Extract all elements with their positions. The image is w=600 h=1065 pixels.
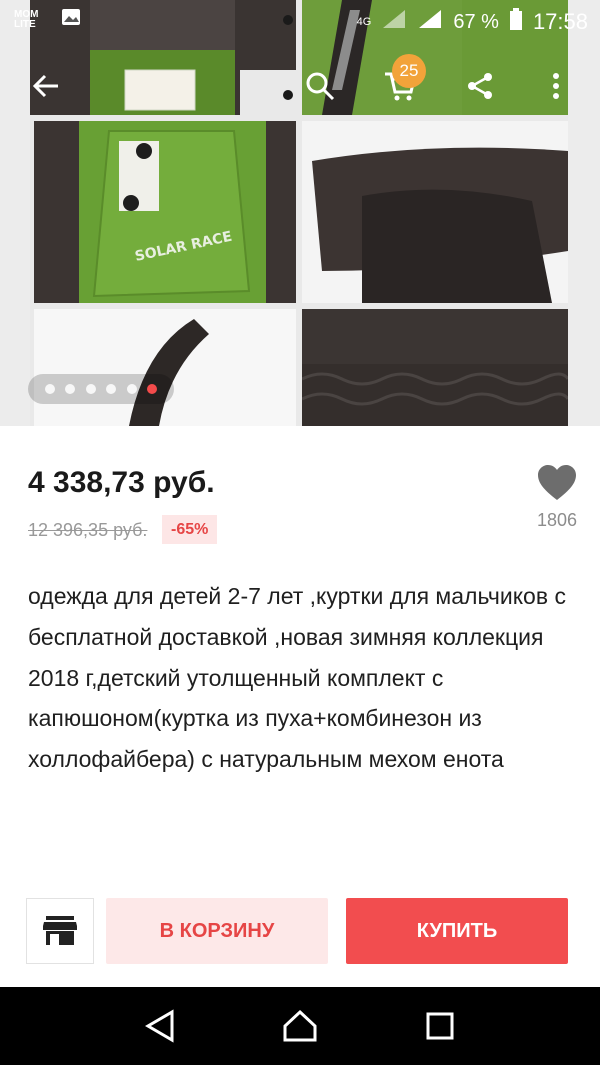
store-icon (43, 916, 77, 945)
recents-square-icon (426, 1012, 454, 1040)
discount-badge: -65% (162, 515, 218, 544)
wishlist-count: 1806 (536, 510, 578, 530)
back-triangle-icon (145, 1009, 174, 1043)
more-button[interactable] (536, 62, 576, 110)
old-price: 12 396,35 руб. (28, 520, 148, 540)
store-button[interactable] (26, 898, 94, 964)
product-screen: SOLAR RACE MOM LITE 4G 67 % 17:58 25 4 3… (0, 0, 600, 1065)
add-to-cart-button[interactable]: В КОРЗИНУ (106, 898, 328, 964)
pager-dot[interactable] (106, 384, 117, 394)
heart-icon (538, 465, 576, 500)
clock: 17:58 (532, 9, 588, 34)
system-nav-bar (0, 987, 600, 1065)
home-icon (283, 1009, 317, 1042)
cart-count-badge: 25 (392, 54, 426, 88)
pager-dot[interactable] (65, 384, 76, 394)
signal-icon (381, 8, 407, 36)
pager-dot[interactable] (44, 384, 55, 394)
image-notification-icon (60, 6, 82, 34)
product-image-gallery[interactable]: SOLAR RACE MOM LITE 4G 67 % 17:58 25 (0, 0, 600, 426)
pager-dot-active[interactable] (147, 384, 158, 394)
pager-dot[interactable] (85, 384, 96, 394)
product-title: одежда для детей 2-7 лет ,куртки для мал… (28, 583, 566, 773)
search-button[interactable] (296, 62, 344, 110)
pager-dot[interactable] (126, 384, 137, 394)
status-bar: MOM LITE 4G 67 % 17:58 (0, 0, 600, 40)
gallery-image-cuff[interactable] (302, 121, 568, 303)
share-icon (468, 73, 492, 99)
nav-back-button[interactable] (130, 996, 190, 1056)
gallery-image-hood-edge[interactable] (34, 309, 296, 426)
gallery-image-elastic[interactable] (302, 309, 568, 426)
app-badge: MOM LITE (14, 9, 39, 30)
arrow-left-icon (32, 74, 58, 98)
nav-recents-button[interactable] (410, 996, 470, 1056)
search-icon (306, 72, 335, 101)
wishlist-button[interactable] (534, 460, 580, 506)
nav-home-button[interactable] (270, 996, 330, 1056)
more-vertical-icon (553, 73, 559, 99)
battery-icon (509, 8, 523, 36)
gallery-pager (28, 374, 174, 404)
signal-icon-2 (417, 8, 443, 36)
buy-now-button[interactable]: КУПИТЬ (346, 898, 568, 964)
network-type: 4G (356, 16, 372, 28)
share-button[interactable] (456, 62, 504, 110)
gallery-image-pocket[interactable]: SOLAR RACE (34, 121, 296, 303)
battery-percent: 67 % (453, 10, 499, 33)
current-price: 4 338,73 руб. (28, 466, 215, 499)
back-button[interactable] (22, 62, 70, 110)
